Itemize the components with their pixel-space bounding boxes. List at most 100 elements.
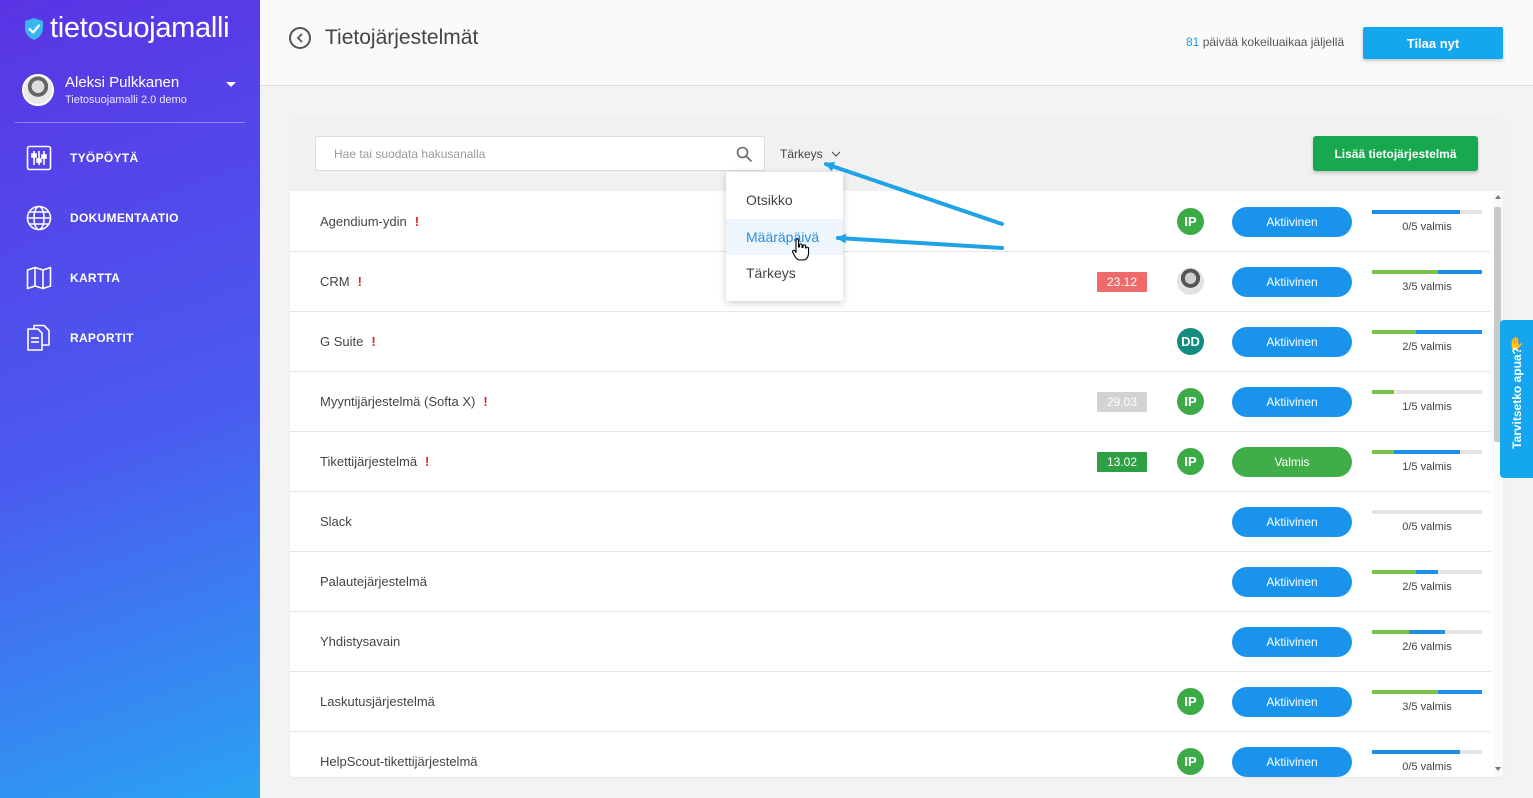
progress-label: 3/5 valmis bbox=[1402, 281, 1452, 293]
system-name[interactable]: Slack bbox=[320, 514, 352, 529]
progress-bar bbox=[1372, 270, 1482, 274]
sort-option-otsikko[interactable]: Otsikko bbox=[726, 182, 843, 218]
user-menu[interactable]: Aleksi Pulkkanen Tietosuojamalli 2.0 dem… bbox=[22, 70, 244, 110]
status-button[interactable]: Aktiivinen bbox=[1232, 747, 1352, 777]
globe-icon bbox=[25, 204, 53, 232]
system-name-text: Laskutusjärjestelmä bbox=[320, 694, 435, 709]
systems-list: Agendium-ydin! IP Aktiivinen 0/5 valmis CRM!… bbox=[290, 192, 1491, 777]
nav-item-raportit[interactable]: RAPORTIT bbox=[25, 323, 245, 353]
progress-started bbox=[1408, 630, 1446, 634]
nav-item-dokumentaatio[interactable]: DOKUMENTAATIO bbox=[25, 203, 245, 233]
system-name[interactable]: G Suite! bbox=[320, 334, 376, 349]
progress-label: 1/5 valmis bbox=[1402, 461, 1452, 473]
progress-bar bbox=[1372, 750, 1482, 754]
status-button[interactable]: Aktiivinen bbox=[1232, 687, 1352, 717]
sidebar-divider bbox=[15, 122, 245, 123]
table-row[interactable]: Slack Aktiivinen 0/5 valmis bbox=[290, 492, 1491, 552]
table-row[interactable]: Agendium-ydin! IP Aktiivinen 0/5 valmis bbox=[290, 192, 1491, 252]
progress-label: 2/5 valmis bbox=[1402, 581, 1452, 593]
system-name[interactable]: Yhdistysavain bbox=[320, 634, 400, 649]
system-name[interactable]: HelpScout-tikettijärjestelmä bbox=[320, 754, 478, 769]
system-name[interactable]: Agendium-ydin! bbox=[320, 214, 419, 229]
add-system-button[interactable]: Lisää tietojärjestelmä bbox=[1313, 136, 1478, 171]
sliders-icon bbox=[25, 144, 53, 172]
search-box bbox=[315, 136, 765, 171]
status-button[interactable]: Aktiivinen bbox=[1232, 207, 1352, 237]
progress-label: 0/5 valmis bbox=[1402, 221, 1452, 233]
progress-done bbox=[1372, 630, 1409, 634]
table-row[interactable]: Myyntijärjestelmä (Softa X)! 29.03 IP Aktii… bbox=[290, 372, 1491, 432]
progress-done bbox=[1372, 270, 1438, 274]
status-button[interactable]: Aktiivinen bbox=[1232, 267, 1352, 297]
sort-option-maarapaiva[interactable]: Määräpäivä bbox=[726, 219, 843, 255]
scroll-down-icon[interactable] bbox=[1495, 767, 1501, 771]
systems-panel: Tärkeys Lisää tietojärjestelmä Agendium-… bbox=[290, 117, 1503, 777]
search-icon[interactable] bbox=[736, 146, 752, 162]
status-button[interactable]: Aktiivinen bbox=[1232, 507, 1352, 537]
avatar: IP bbox=[1177, 748, 1204, 775]
caret-down-icon[interactable] bbox=[226, 82, 236, 87]
system-name-text: HelpScout-tikettijärjestelmä bbox=[320, 754, 478, 769]
progress-bar bbox=[1372, 210, 1482, 214]
table-row[interactable]: G Suite! DD Aktiivinen 2/5 valmis bbox=[290, 312, 1491, 372]
search-input[interactable] bbox=[316, 137, 726, 170]
system-name-text: Myyntijärjestelmä (Softa X) bbox=[320, 394, 476, 409]
order-now-button[interactable]: Tilaa nyt bbox=[1363, 27, 1503, 59]
sidebar: tietosuojamalli Aleksi Pulkkanen Tietosu… bbox=[0, 0, 260, 798]
table-row[interactable]: Palautejärjestelmä Aktiivinen 2/5 valmis bbox=[290, 552, 1491, 612]
progress-bar bbox=[1372, 390, 1482, 394]
chevron-down-icon bbox=[831, 151, 841, 157]
important-icon: ! bbox=[425, 454, 430, 469]
status-button[interactable]: Aktiivinen bbox=[1232, 327, 1352, 357]
nav-item-kartta[interactable]: KARTTA bbox=[25, 263, 245, 293]
system-name[interactable]: CRM! bbox=[320, 274, 362, 289]
status-button[interactable]: Valmis bbox=[1232, 447, 1352, 477]
status-button[interactable]: Aktiivinen bbox=[1232, 627, 1352, 657]
system-name[interactable]: Tikettijärjestelmä! bbox=[320, 454, 429, 469]
progress-label: 0/5 valmis bbox=[1402, 521, 1452, 533]
nav-label: DOKUMENTAATIO bbox=[70, 211, 179, 225]
progress-started bbox=[1416, 570, 1438, 574]
system-name[interactable]: Palautejärjestelmä bbox=[320, 574, 427, 589]
progress-started bbox=[1394, 450, 1460, 454]
due-date-badge: 23.12 bbox=[1097, 272, 1147, 292]
nav-item-tyopoyta[interactable]: TYÖPÖYTÄ bbox=[25, 143, 245, 173]
table-row[interactable]: Tikettijärjestelmä! 13.02 IP Valmis 1/5 valm… bbox=[290, 432, 1491, 492]
progress-started bbox=[1372, 750, 1460, 754]
page-title: Tietojärjestelmät bbox=[325, 26, 479, 49]
progress-bar bbox=[1372, 330, 1482, 334]
user-organization: Tietosuojamalli 2.0 demo bbox=[65, 94, 187, 106]
avatar: IP bbox=[1177, 448, 1204, 475]
back-button[interactable] bbox=[289, 27, 311, 49]
system-name-text: CRM bbox=[320, 274, 350, 289]
progress-done bbox=[1372, 450, 1394, 454]
toolbar: Tärkeys Lisää tietojärjestelmä bbox=[290, 117, 1503, 191]
system-name[interactable]: Laskutusjärjestelmä bbox=[320, 694, 435, 709]
avatar bbox=[22, 74, 54, 106]
app-logo[interactable]: tietosuojamalli bbox=[24, 12, 230, 45]
due-date-badge: 29.03 bbox=[1097, 392, 1147, 412]
sort-option-tarkeys[interactable]: Tärkeys bbox=[726, 255, 843, 291]
table-row[interactable]: HelpScout-tikettijärjestelmä IP Aktiivinen… bbox=[290, 732, 1491, 777]
status-button[interactable]: Aktiivinen bbox=[1232, 387, 1352, 417]
table-row[interactable]: Yhdistysavain Aktiivinen 2/6 valmis bbox=[290, 612, 1491, 672]
system-name-text: Agendium-ydin bbox=[320, 214, 407, 229]
sort-select[interactable]: Tärkeys bbox=[780, 147, 841, 161]
scroll-up-icon[interactable] bbox=[1495, 195, 1501, 199]
user-name: Aleksi Pulkkanen bbox=[65, 74, 180, 91]
system-name-text: Tikettijärjestelmä bbox=[320, 454, 418, 469]
avatar bbox=[1177, 268, 1204, 295]
important-icon: ! bbox=[371, 334, 376, 349]
progress-label: 3/5 valmis bbox=[1402, 701, 1452, 713]
status-button[interactable]: Aktiivinen bbox=[1232, 567, 1352, 597]
table-row[interactable]: CRM! 23.12 Aktiivinen 3/5 valmis bbox=[290, 252, 1491, 312]
trial-days: 81 bbox=[1186, 35, 1200, 49]
sort-label: Tärkeys bbox=[780, 147, 823, 161]
progress-started bbox=[1372, 210, 1460, 214]
progress-label: 0/5 valmis bbox=[1402, 761, 1452, 773]
progress-done bbox=[1372, 690, 1438, 694]
help-tab[interactable]: ✋ Tarvitsetko apua? bbox=[1500, 320, 1533, 478]
table-row[interactable]: Laskutusjärjestelmä IP Aktiivinen 3/5 valmi… bbox=[290, 672, 1491, 732]
system-name[interactable]: Myyntijärjestelmä (Softa X)! bbox=[320, 394, 488, 409]
system-name-text: G Suite bbox=[320, 334, 364, 349]
